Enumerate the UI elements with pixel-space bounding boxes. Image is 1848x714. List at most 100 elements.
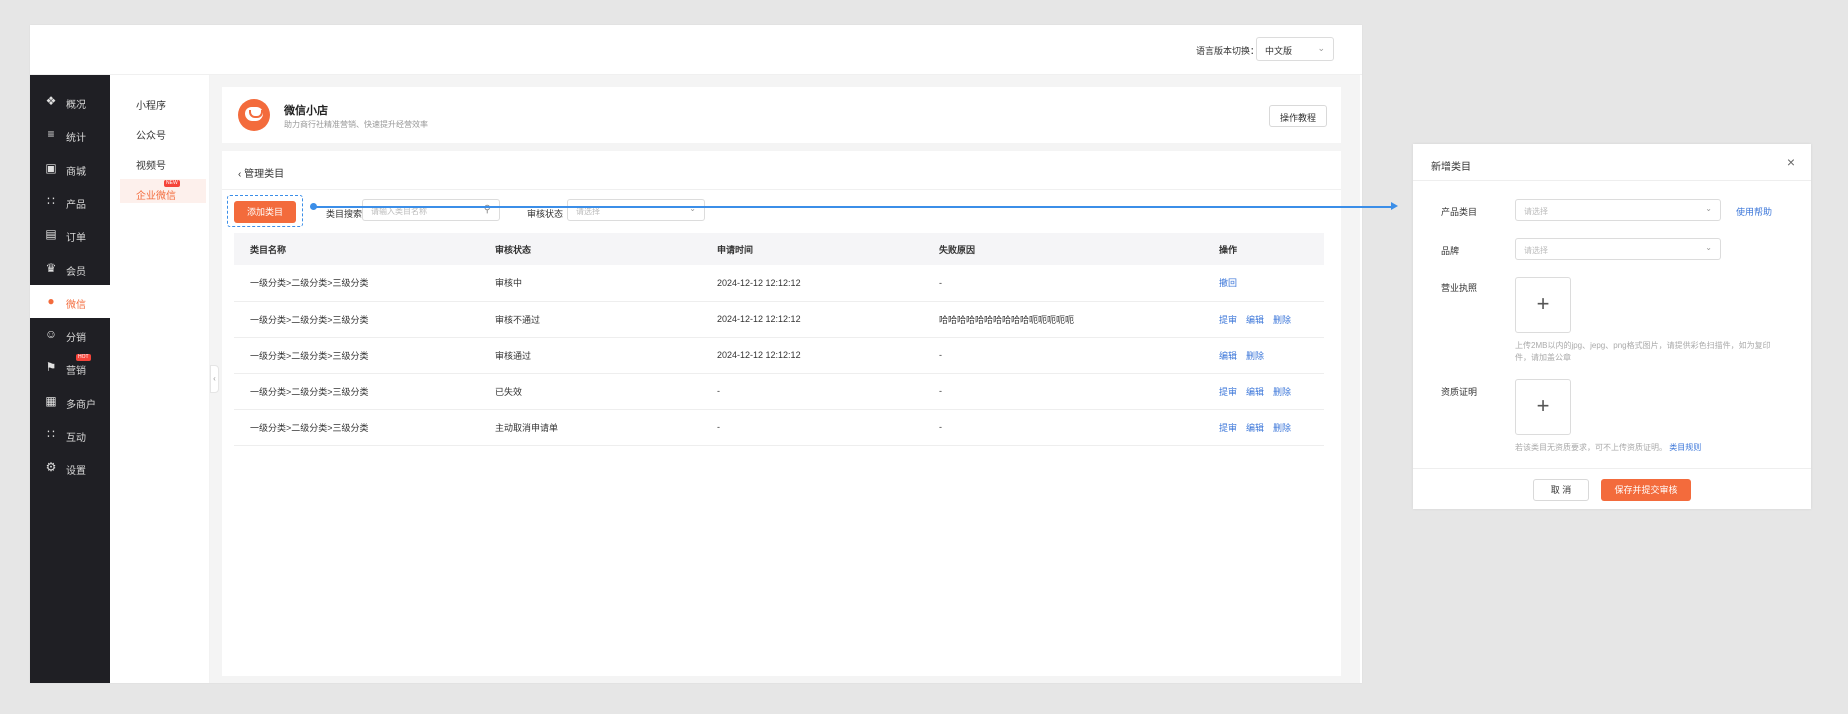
hot-badge: HOT [76, 354, 91, 362]
action-link[interactable]: 删除 [1273, 423, 1291, 433]
cell-reason: - [923, 409, 1203, 446]
cell-name: 一级分类>二级分类>三级分类 [234, 337, 479, 374]
interact-icon: ∷ [47, 427, 55, 441]
chevron-down-icon: ⌄ [1705, 204, 1712, 213]
add-category-button[interactable]: 添加类目 [234, 201, 296, 223]
license-upload-button[interactable]: + [1515, 277, 1571, 333]
license-label: 营业执照 [1441, 283, 1478, 293]
col-header-reason: 失败原因 [923, 233, 1203, 265]
shop-subtitle: 助力商行社精准营销、快速提升经营效率 [284, 120, 428, 129]
table-row: 一级分类>二级分类>三级分类 审核通过 2024-12-12 12:12:12- 编辑… [234, 337, 1324, 374]
gear-icon: ⚙ [45, 460, 57, 475]
cell-actions: 提审 编辑 删除 [1203, 373, 1324, 410]
brand-label: 品牌 [1441, 246, 1460, 256]
sidebar-item-label: 设置 [66, 466, 86, 478]
sidebar-item-0[interactable]: ❖ 概况 [30, 85, 110, 118]
language-select[interactable]: 中文版 ⌄ [1256, 37, 1334, 61]
add-category-dialog: 新增类目 × 产品类目 请选择 ⌄ 使用帮助 品牌 请选择 ⌄ 营业执照 + 上… [1413, 144, 1811, 509]
cell-actions: 编辑 删除 [1203, 337, 1324, 374]
crown-icon: ♛ [45, 260, 57, 275]
product-category-placeholder: 请选择 [1524, 207, 1548, 216]
brand-select[interactable]: 请选择 ⌄ [1515, 238, 1721, 260]
action-link[interactable]: 撤回 [1219, 278, 1237, 288]
sidebar-item-4[interactable]: ▤ 订单 [30, 218, 110, 251]
graduation-icon: ❖ [45, 94, 57, 108]
dialog-title: 新增类目 [1431, 162, 1471, 173]
subnav-item-channels[interactable]: 视频号 [120, 149, 206, 173]
qualification-upload-button[interactable]: + [1515, 379, 1571, 435]
category-card: ‹ 管理类目 添加类目 类目搜索 请输入类目名称 ⚲ 审核状态 请选择 ⌄ 类目… [222, 151, 1341, 676]
status-placeholder: 请选择 [576, 207, 600, 216]
cell-status: 审核通过 [479, 337, 701, 374]
sidebar-item-8[interactable]: ⚑ 营销 HOT [30, 351, 110, 384]
sidebar-item-label: 会员 [66, 266, 86, 278]
action-link[interactable]: 提审 [1219, 315, 1237, 325]
save-submit-button[interactable]: 保存并提交审核 [1601, 479, 1691, 501]
product-category-select[interactable]: 请选择 ⌄ [1515, 199, 1721, 221]
col-header-name: 类目名称 [234, 233, 479, 265]
search-input[interactable]: 请输入类目名称 ⚲ [362, 199, 500, 221]
help-link[interactable]: 使用帮助 [1736, 205, 1772, 218]
table-header-row: 类目名称 审核状态 申请时间 失败原因 操作 [234, 233, 1324, 265]
action-link[interactable]: 删除 [1273, 387, 1291, 397]
status-select[interactable]: 请选择 ⌄ [567, 199, 705, 221]
action-link[interactable]: 提审 [1219, 387, 1237, 397]
chevron-down-icon: ⌄ [1705, 243, 1712, 252]
plus-icon: + [1536, 291, 1550, 316]
action-link[interactable]: 编辑 [1246, 423, 1264, 433]
chart-icon: ≡ [47, 127, 55, 142]
category-rules-link[interactable]: 类目规则 [1669, 443, 1701, 452]
plus-icon: + [1536, 393, 1550, 418]
back-link[interactable]: ‹ 管理类目 [238, 165, 284, 180]
sidebar-item-7[interactable]: ☺ 分销 [30, 318, 110, 351]
subnav-item-official-account[interactable]: 公众号 [120, 119, 206, 143]
wechat-shop-logo-icon [238, 99, 270, 131]
chevron-down-icon: ⌄ [1317, 43, 1325, 53]
table-row: 一级分类>二级分类>三级分类 审核不通过 2024-12-12 12:12:12 哈哈… [234, 301, 1324, 338]
search-label: 类目搜索 [326, 209, 363, 219]
action-link[interactable]: 编辑 [1219, 351, 1237, 361]
cancel-button[interactable]: 取 消 [1533, 479, 1589, 501]
category-table: 类目名称 审核状态 申请时间 失败原因 操作 一级分类>二级分类>三级分类 审核中… [234, 233, 1324, 446]
tutorial-button[interactable]: 操作教程 [1268, 105, 1327, 127]
sidebar-item-3[interactable]: ∷ 产品 [30, 185, 110, 218]
close-icon[interactable]: × [1787, 154, 1795, 170]
sidebar-item-label: 订单 [66, 233, 86, 245]
flag-icon: ⚑ [45, 360, 57, 375]
sidebar-item-2[interactable]: ▣ 商城 [30, 152, 110, 185]
action-link[interactable]: 提审 [1219, 423, 1237, 433]
cell-name: 一级分类>二级分类>三级分类 [234, 301, 479, 338]
subnav-item-miniprogram[interactable]: 小程序 [120, 89, 206, 113]
action-link[interactable]: 编辑 [1246, 387, 1264, 397]
sidebar-item-label: 概况 [66, 100, 86, 111]
cell-time: 2024-12-12 12:12:12 [701, 301, 923, 338]
sidebar-item-1[interactable]: ≡ 统计 [30, 118, 110, 151]
sidebar-item-9[interactable]: ▦ 多商户 [30, 385, 110, 418]
connector-arrow-icon [1391, 202, 1398, 210]
sidebar-item-label: 互动 [66, 433, 86, 444]
cell-time: 2024-12-12 12:12:12 [701, 265, 923, 302]
sidebar-item-5[interactable]: ♛ 会员 [30, 252, 110, 285]
table-row: 一级分类>二级分类>三级分类 主动取消申请单 - - 提审 编辑 删除 [234, 409, 1324, 446]
sidebar-item-10[interactable]: ∷ 互动 [30, 418, 110, 451]
sidebar-collapse-toggle[interactable]: ‹ [210, 365, 219, 393]
action-link[interactable]: 删除 [1273, 315, 1291, 325]
divider [1413, 180, 1811, 181]
cell-status: 已失效 [479, 373, 701, 410]
action-link[interactable]: 编辑 [1246, 315, 1264, 325]
sidebar-item-6[interactable]: ● 微信 [30, 284, 110, 318]
cell-name: 一级分类>二级分类>三级分类 [234, 373, 479, 410]
sidebar-item-11[interactable]: ⚙ 设置 [30, 451, 110, 484]
cell-time: - [701, 373, 923, 410]
cell-reason: - [923, 337, 1203, 374]
col-header-time: 申请时间 [701, 233, 923, 265]
subnav-item-wecom[interactable]: 企业微信 NEW [120, 179, 206, 203]
cell-actions: 提审 编辑 删除 [1203, 409, 1324, 446]
new-badge: NEW [164, 180, 180, 187]
cell-reason: - [923, 265, 1203, 302]
cell-status: 主动取消申请单 [479, 409, 701, 446]
sidebar-item-label: 多商户 [66, 399, 96, 411]
action-link[interactable]: 删除 [1246, 351, 1264, 361]
qualification-hint-text: 若该类目无资质要求，可不上传资质证明。 [1515, 443, 1667, 452]
qualification-label: 资质证明 [1441, 387, 1478, 397]
